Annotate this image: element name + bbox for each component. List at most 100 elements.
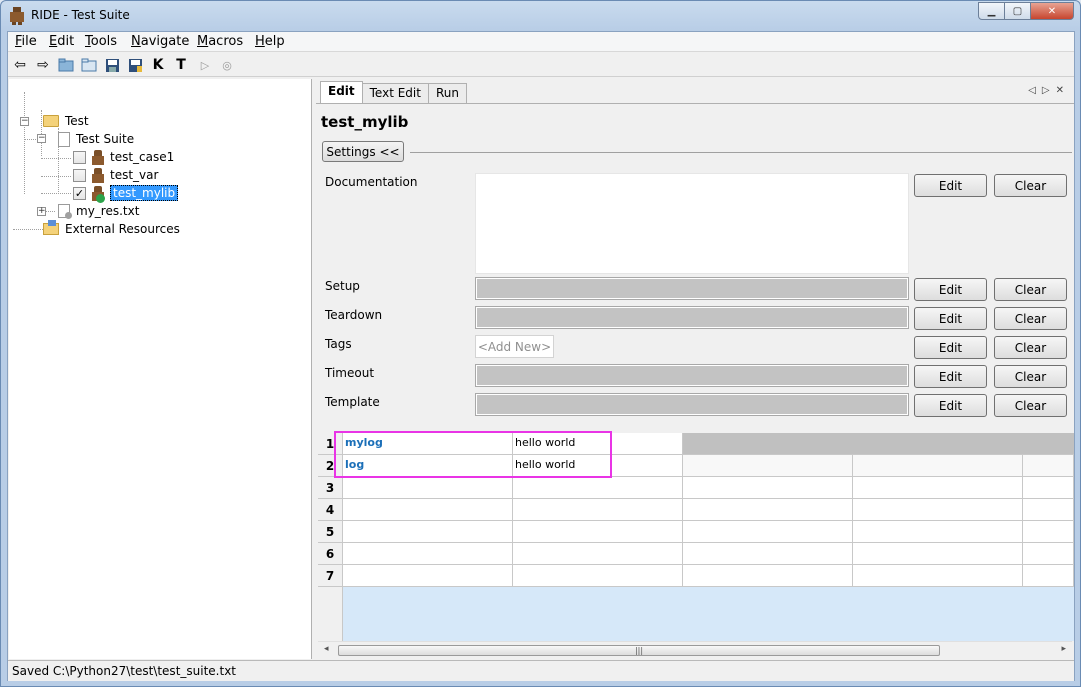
setup-label: Setup (325, 279, 360, 293)
row-number[interactable]: 7 (318, 565, 343, 587)
tree-node-test-mylib[interactable]: ✓ test_mylib (73, 184, 179, 203)
tab-close-icon[interactable]: ✕ (1056, 85, 1070, 96)
grid-cell[interactable] (853, 543, 1023, 565)
expand-resource-icon[interactable]: + (37, 207, 46, 216)
documentation-edit-button[interactable]: Edit (914, 174, 987, 197)
grid-cell[interactable] (853, 521, 1023, 543)
grid-cell[interactable] (683, 521, 853, 543)
row-number[interactable]: 4 (318, 499, 343, 521)
tags-clear-button[interactable]: Clear (994, 336, 1067, 359)
row-number[interactable]: 6 (318, 543, 343, 565)
grid-cell[interactable] (683, 499, 853, 521)
grid-cell[interactable] (343, 477, 513, 499)
settings-toggle-button[interactable]: Settings << (322, 141, 404, 162)
grid-cell[interactable] (683, 565, 853, 587)
horizontal-scrollbar[interactable]: ◂ ||| ▸ (318, 641, 1072, 658)
scroll-right-icon[interactable]: ▸ (1061, 644, 1066, 654)
teardown-edit-button[interactable]: Edit (914, 307, 987, 330)
menu-macros[interactable]: Macros (197, 34, 243, 49)
teardown-field[interactable] (475, 306, 909, 329)
tab-left-icon[interactable]: ◁ (1028, 85, 1042, 96)
tab-right-icon[interactable]: ▷ (1042, 85, 1056, 96)
maximize-icon: ▢ (1012, 5, 1023, 17)
tab-run[interactable]: Run (427, 83, 467, 103)
tab-text-edit[interactable]: Text Edit (361, 83, 429, 103)
scroll-thumb[interactable]: ||| (338, 645, 940, 656)
test-mylib-checkbox[interactable]: ✓ (73, 186, 86, 200)
grid-cell[interactable] (853, 499, 1023, 521)
grid-cell[interactable] (513, 543, 683, 565)
grid-cell[interactable] (343, 499, 513, 521)
template-field[interactable] (475, 393, 909, 416)
test-case1-checkbox[interactable] (73, 150, 86, 164)
grid-cell[interactable] (853, 455, 1023, 477)
keyword-search-icon[interactable]: K (149, 56, 167, 74)
grid-cell[interactable] (1023, 477, 1074, 499)
template-edit-button[interactable]: Edit (914, 394, 987, 417)
maximize-button[interactable]: ▢ (1004, 2, 1031, 20)
save-icon[interactable] (103, 56, 121, 74)
grid-cell[interactable] (513, 565, 683, 587)
menu-edit[interactable]: Edit (49, 34, 74, 49)
test-var-checkbox[interactable] (73, 168, 86, 182)
grid-cell[interactable] (513, 477, 683, 499)
grid-cell[interactable] (343, 543, 513, 565)
setup-clear-button[interactable]: Clear (994, 278, 1067, 301)
scroll-left-icon[interactable]: ◂ (324, 644, 329, 654)
setup-field[interactable] (475, 277, 909, 300)
test-search-icon[interactable]: T (172, 56, 190, 74)
grid-cell[interactable] (1023, 455, 1074, 477)
documentation-clear-button[interactable]: Clear (994, 174, 1067, 197)
menu-file[interactable]: File (15, 34, 37, 49)
stop-icon[interactable]: ◎ (218, 56, 236, 74)
tree-node-test[interactable]: Test (43, 112, 89, 130)
add-tag-input[interactable]: <Add New> (475, 335, 554, 358)
collapse-suite-icon[interactable]: − (37, 134, 46, 143)
tree-node-test-case1[interactable]: test_case1 (73, 148, 174, 166)
template-clear-button[interactable]: Clear (994, 394, 1067, 417)
save-all-icon[interactable] (126, 56, 144, 74)
grid-cell[interactable] (1023, 521, 1074, 543)
row-number[interactable]: 3 (318, 477, 343, 499)
menu-navigate[interactable]: Navigate (131, 34, 189, 49)
menu-tools[interactable]: Tools (85, 34, 117, 49)
row-header-filler (318, 587, 343, 641)
grid-cell[interactable] (343, 565, 513, 587)
tree-node-test-suite[interactable]: Test Suite (58, 130, 134, 148)
back-arrow-icon[interactable]: ⇦ (11, 56, 29, 74)
tags-edit-button[interactable]: Edit (914, 336, 987, 359)
external-folder-icon (43, 220, 59, 235)
open-directory-icon[interactable] (57, 56, 75, 74)
row-number[interactable]: 5 (318, 521, 343, 543)
documentation-field[interactable] (475, 173, 909, 274)
grid-cell[interactable] (853, 477, 1023, 499)
setup-edit-button[interactable]: Edit (914, 278, 987, 301)
timeout-clear-button[interactable]: Clear (994, 365, 1067, 388)
run-icon[interactable]: ▷ (196, 56, 214, 74)
tree-node-my-res[interactable]: my_res.txt (58, 202, 139, 220)
grid-cell[interactable] (683, 543, 853, 565)
grid-cell[interactable] (683, 455, 853, 477)
tree-node-external-resources[interactable]: External Resources (43, 220, 180, 238)
forward-arrow-icon[interactable]: ⇨ (34, 56, 52, 74)
open-folder-icon[interactable] (80, 56, 98, 74)
grid-cell[interactable] (513, 521, 683, 543)
grid-cell[interactable] (1023, 565, 1074, 587)
tree-node-test-var[interactable]: test_var (73, 166, 158, 184)
grid-cell[interactable] (513, 499, 683, 521)
tab-edit[interactable]: Edit (320, 81, 363, 103)
grid-cell[interactable] (853, 565, 1023, 587)
collapse-root-icon[interactable]: − (20, 117, 29, 126)
grid-cell[interactable] (1023, 499, 1074, 521)
timeout-label: Timeout (325, 366, 375, 380)
teardown-clear-button[interactable]: Clear (994, 307, 1067, 330)
grid-cell[interactable] (343, 521, 513, 543)
close-button[interactable]: ✕ (1030, 2, 1074, 20)
grid-cell-unused[interactable] (683, 433, 1074, 455)
timeout-edit-button[interactable]: Edit (914, 365, 987, 388)
timeout-field[interactable] (475, 364, 909, 387)
minimize-button[interactable]: ▁ (978, 2, 1005, 20)
grid-cell[interactable] (1023, 543, 1074, 565)
grid-cell[interactable] (683, 477, 853, 499)
menu-help[interactable]: Help (255, 34, 285, 49)
